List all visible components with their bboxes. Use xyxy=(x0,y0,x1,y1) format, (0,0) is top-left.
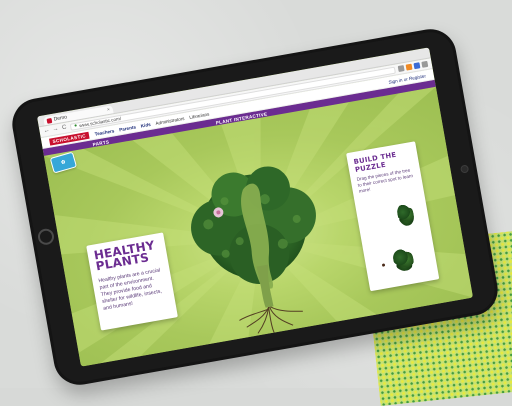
tree-puzzle-area xyxy=(170,154,347,345)
healthy-plants-title: HEALTHY PLANTS xyxy=(93,238,162,273)
forward-icon[interactable]: → xyxy=(52,126,59,133)
tree-illustration xyxy=(191,166,316,334)
tablet-device: Demo × ← → C ● www.scholastic.com/ SCHOL… xyxy=(8,25,502,389)
close-icon[interactable]: × xyxy=(107,107,111,113)
healthy-plants-body: Healthy plants are a crucial part of the… xyxy=(98,267,163,312)
puzzle-piece[interactable] xyxy=(391,247,416,273)
nav-link-parents[interactable]: Parents xyxy=(119,124,136,132)
reload-icon[interactable]: C xyxy=(61,124,68,132)
tab-label: Demo xyxy=(53,114,68,123)
healthy-plants-card: HEALTHY PLANTS Healthy plants are a cruc… xyxy=(86,232,178,331)
lock-icon: ● xyxy=(73,122,78,130)
extension-icon[interactable] xyxy=(405,63,413,71)
extension-icon[interactable] xyxy=(413,62,421,70)
favicon-icon xyxy=(46,117,53,124)
nav-link-teachers[interactable]: Teachers xyxy=(94,128,114,136)
back-icon[interactable]: ← xyxy=(43,128,50,135)
puzzle-piece-small[interactable] xyxy=(381,263,386,267)
puzzle-piece[interactable] xyxy=(395,202,416,228)
menu-icon[interactable] xyxy=(421,60,429,68)
activity-logo-mark: ✿ xyxy=(60,159,67,167)
star-icon[interactable] xyxy=(397,65,405,72)
nav-link-librarians[interactable]: Librarians xyxy=(189,111,210,119)
stage: Demo × ← → C ● www.scholastic.com/ SCHOL… xyxy=(0,0,512,389)
nav-link-kids[interactable]: Kids xyxy=(140,121,151,128)
